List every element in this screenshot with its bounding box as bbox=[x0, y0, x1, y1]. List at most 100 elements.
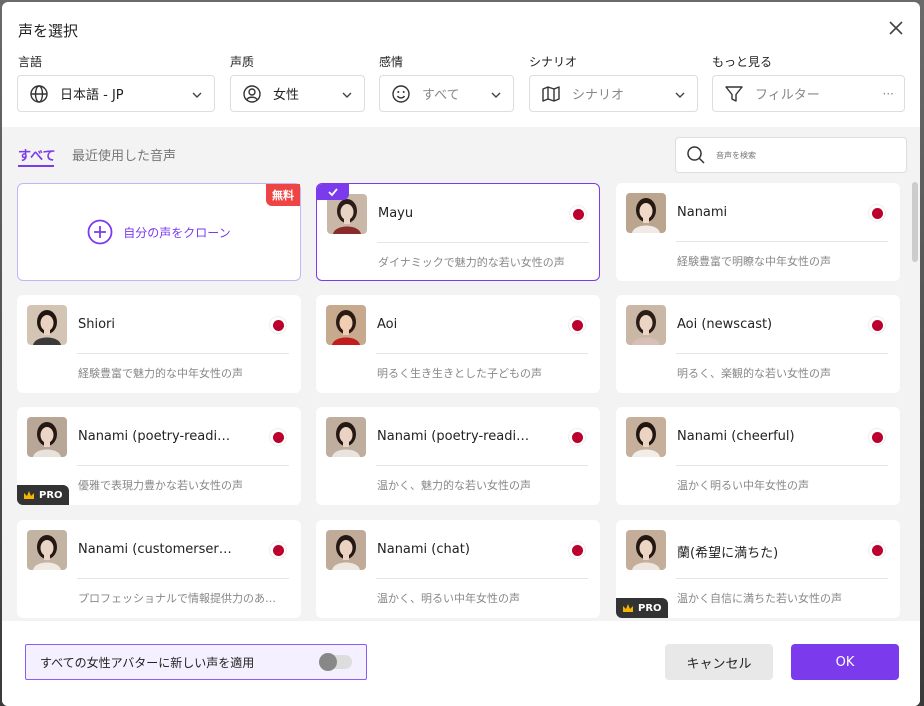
apply-all-female-avatars[interactable]: すべての女性アバターに新しい声を適用 bbox=[25, 644, 367, 680]
voice-description: 温かく自信に満ちた若い女性の声 bbox=[677, 592, 842, 605]
language-label: 言語 bbox=[18, 55, 43, 69]
crown-icon bbox=[623, 604, 633, 612]
divider bbox=[676, 241, 888, 242]
voice-name: Nanami (customerser… bbox=[78, 542, 232, 557]
voice-description: 経験豊富で明瞭な中年女性の声 bbox=[677, 255, 831, 268]
japan-flag-icon bbox=[868, 428, 886, 446]
avatar bbox=[326, 417, 366, 457]
japan-flag-icon bbox=[568, 428, 586, 446]
voice-description: 経験豊富で魅力的な中年女性の声 bbox=[78, 367, 243, 380]
voice-card[interactable]: Nanami (customerser… プロフェッショナルで情報提供力のあ… bbox=[17, 520, 301, 618]
quality-select[interactable]: 女性 bbox=[230, 75, 365, 112]
voice-card[interactable]: Nanami (cheerful) 温かく明るい中年女性の声 bbox=[616, 407, 900, 505]
voice-description: プロフェッショナルで情報提供力のあ… bbox=[78, 592, 276, 605]
crown-icon bbox=[24, 491, 34, 499]
voice-name: Nanami (poetry-readi… bbox=[78, 429, 231, 444]
apply-all-toggle[interactable] bbox=[319, 653, 352, 671]
emotion-value: すべて bbox=[422, 88, 460, 103]
voice-card[interactable]: Nanami (poetry-readi… 優雅で表現力豊かな若い女性の声 PRO bbox=[17, 407, 301, 505]
avatar bbox=[326, 305, 366, 345]
divider bbox=[676, 578, 888, 579]
tab-recent[interactable]: 最近使用した音声 bbox=[72, 145, 176, 164]
scenario-value: シナリオ bbox=[572, 88, 625, 103]
selected-check-icon bbox=[317, 184, 349, 200]
search-box[interactable] bbox=[675, 137, 907, 173]
clone-voice-label: 自分の声をクローン bbox=[123, 225, 231, 240]
pro-badge: PRO bbox=[17, 485, 69, 505]
divider bbox=[77, 578, 289, 579]
japan-flag-icon bbox=[868, 541, 886, 559]
divider bbox=[377, 242, 589, 243]
scrollbar-thumb[interactable] bbox=[912, 182, 918, 262]
voice-card[interactable]: Aoi 明るく生き生きとした子どもの声 bbox=[316, 295, 600, 393]
ok-button[interactable]: OK bbox=[791, 644, 899, 680]
voice-name: Mayu bbox=[378, 206, 414, 221]
japan-flag-icon bbox=[568, 316, 586, 334]
voice-name: Nanami bbox=[677, 205, 728, 220]
avatar bbox=[27, 305, 67, 345]
voice-card[interactable]: 蘭(希望に満ちた) 温かく自信に満ちた若い女性の声 PRO bbox=[616, 520, 900, 618]
user-icon bbox=[241, 83, 263, 105]
quality-label: 声质 bbox=[230, 55, 255, 69]
voice-card[interactable]: Mayu ダイナミックで魅力的な若い女性の声 bbox=[316, 183, 600, 281]
divider bbox=[376, 353, 588, 354]
avatar bbox=[626, 305, 666, 345]
divider bbox=[376, 465, 588, 466]
pro-badge: PRO bbox=[616, 598, 668, 618]
clone-voice-card[interactable]: 自分の声をクローン 無料 bbox=[17, 183, 301, 281]
avatar bbox=[27, 530, 67, 570]
smile-icon bbox=[390, 83, 412, 105]
scenario-select[interactable]: シナリオ bbox=[529, 75, 698, 112]
avatar bbox=[326, 530, 366, 570]
globe-icon bbox=[28, 83, 50, 105]
more-filter-value: フィルター bbox=[755, 88, 820, 103]
filter-icon bbox=[723, 83, 745, 105]
voice-description: 温かく、明るい中年女性の声 bbox=[377, 592, 520, 605]
voice-card[interactable]: Nanami (poetry-readi… 温かく、魅力的な若い女性の声 bbox=[316, 407, 600, 505]
voice-card[interactable]: Shiori 経験豊富で魅力的な中年女性の声 bbox=[17, 295, 301, 393]
japan-flag-icon bbox=[269, 428, 287, 446]
search-icon bbox=[687, 146, 705, 164]
voice-card[interactable]: Nanami 経験豊富で明瞭な中年女性の声 bbox=[616, 183, 900, 281]
avatar bbox=[327, 194, 367, 234]
voice-card[interactable]: Aoi (newscast) 明るく、楽観的な若い女性の声 bbox=[616, 295, 900, 393]
language-select[interactable]: 日本語 - JP bbox=[17, 75, 215, 112]
japan-flag-icon bbox=[269, 541, 287, 559]
avatar bbox=[626, 417, 666, 457]
voice-description: 温かく明るい中年女性の声 bbox=[677, 479, 809, 492]
japan-flag-icon bbox=[569, 205, 587, 223]
avatar bbox=[626, 193, 666, 233]
divider bbox=[77, 465, 289, 466]
close-button[interactable] bbox=[886, 18, 906, 38]
emotion-label: 感情 bbox=[379, 55, 404, 69]
cancel-button[interactable]: キャンセル bbox=[665, 644, 773, 680]
voice-name: Aoi (newscast) bbox=[677, 317, 773, 332]
language-value: 日本語 - JP bbox=[60, 88, 124, 103]
more-options-icon: ··· bbox=[882, 86, 894, 101]
plus-circle-icon bbox=[87, 219, 113, 245]
voice-description: 明るく、楽観的な若い女性の声 bbox=[677, 367, 831, 380]
more-filter-select[interactable]: フィルター ··· bbox=[712, 75, 905, 112]
emotion-select[interactable]: すべて bbox=[379, 75, 514, 112]
voice-description: ダイナミックで魅力的な若い女性の声 bbox=[378, 256, 565, 269]
voice-select-dialog: 声を選択 言語 声质 感情 シナリオ もっと見る 日本語 - JP 女性 すべて bbox=[2, 2, 920, 706]
japan-flag-icon bbox=[868, 316, 886, 334]
pro-label: PRO bbox=[638, 602, 662, 614]
active-tab-indicator bbox=[18, 165, 54, 167]
quality-value: 女性 bbox=[273, 88, 300, 103]
voice-name: 蘭(希望に満ちた) bbox=[677, 546, 779, 561]
voice-card[interactable]: Nanami (chat) 温かく、明るい中年女性の声 bbox=[316, 520, 600, 618]
voice-description: 温かく、魅力的な若い女性の声 bbox=[377, 479, 531, 492]
scenario-label: シナリオ bbox=[529, 55, 578, 69]
voice-name: Aoi bbox=[377, 317, 398, 332]
voice-name: Shiori bbox=[78, 317, 116, 332]
search-input[interactable] bbox=[716, 150, 896, 160]
chevron-down-icon bbox=[340, 87, 354, 101]
more-label: もっと見る bbox=[712, 55, 773, 69]
tab-all[interactable]: すべて bbox=[18, 145, 56, 164]
japan-flag-icon bbox=[868, 204, 886, 222]
japan-flag-icon bbox=[568, 541, 586, 559]
voice-name: Nanami (poetry-readi… bbox=[377, 429, 530, 444]
divider bbox=[77, 353, 289, 354]
map-icon bbox=[540, 83, 562, 105]
